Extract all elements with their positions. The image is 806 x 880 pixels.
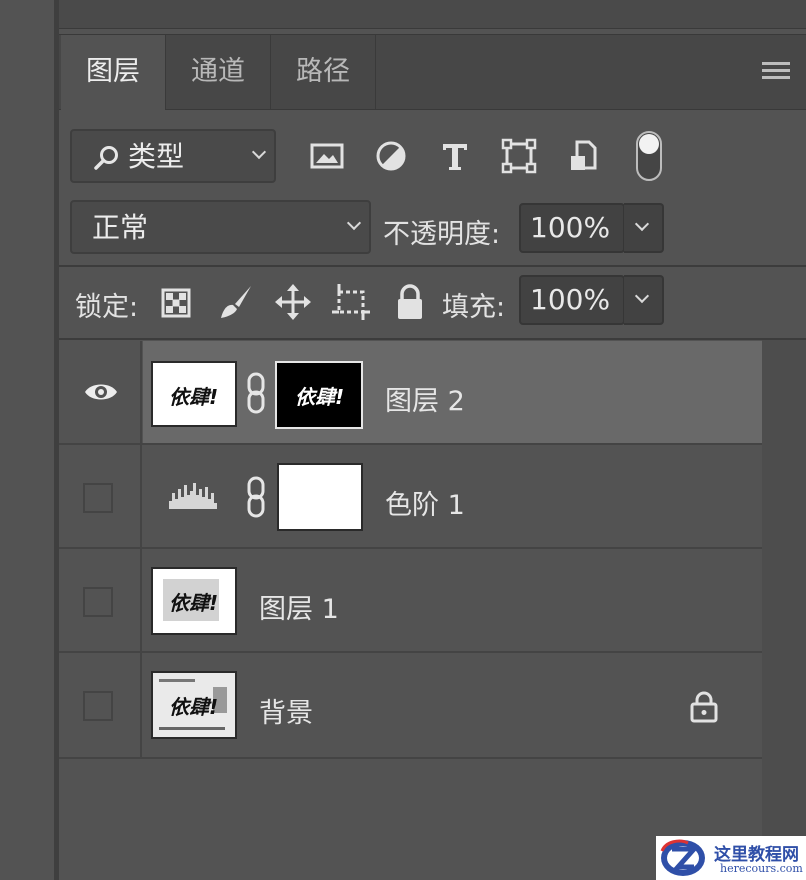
tab-paths[interactable]: 路径 (271, 35, 375, 109)
thumbnail-text: 依肆! (169, 591, 219, 615)
upper-panel-area (59, 0, 806, 29)
smart-object-filter-icon[interactable] (563, 136, 603, 176)
layer-row-levels1[interactable]: 色阶 1 (59, 445, 762, 549)
opacity-dropdown-button[interactable] (624, 203, 664, 253)
blend-mode-value: 正常 (92, 211, 149, 244)
layer-name[interactable]: 图层 2 (385, 379, 465, 418)
blend-mode-select[interactable]: 正常 (70, 200, 371, 254)
image-filter-icon[interactable] (307, 136, 347, 176)
tab-layers[interactable]: 图层 (61, 35, 165, 110)
filter-kind-label: 类型 (128, 140, 185, 173)
layer-mask-thumbnail[interactable]: 依肆! (275, 361, 363, 429)
link-chain-icon[interactable] (245, 475, 267, 519)
layers-panel: 图层 通道 路径 类型 正常 不透明度: 100% 锁定: 填充: 100% 依… (59, 0, 806, 880)
chevron-down-icon (347, 216, 361, 230)
adjustment-filter-icon[interactable] (371, 136, 411, 176)
fill-input[interactable]: 100% (519, 275, 625, 325)
visibility-column (59, 341, 142, 443)
layer-thumbnail: 依肆! (151, 361, 237, 427)
thumbnail-detail (159, 679, 195, 682)
link-chain-icon[interactable] (245, 371, 267, 415)
eye-icon[interactable] (83, 379, 119, 405)
visibility-column (59, 653, 142, 757)
type-filter-icon[interactable] (435, 136, 475, 176)
layer-lock-icon (690, 691, 718, 723)
layer-thumbnail: 依肆! (151, 671, 237, 739)
shape-filter-icon[interactable] (499, 136, 539, 176)
thumbnail-detail (159, 727, 225, 730)
lock-artboard-icon[interactable] (330, 282, 372, 322)
layer-row-layer2[interactable]: 依肆! 依肆! 图层 2 (59, 341, 762, 445)
tab-channels[interactable]: 通道 (166, 35, 270, 109)
left-dock-strip (0, 0, 54, 880)
fill-dropdown-button[interactable] (624, 275, 664, 325)
chevron-down-icon (635, 289, 649, 303)
visibility-column (59, 445, 142, 547)
layer-thumbnail: 依肆! (151, 567, 237, 635)
thumbnail-text: 依肆! (169, 695, 219, 719)
lock-position-icon[interactable] (273, 282, 313, 322)
watermark-url: herecours.com (720, 862, 803, 875)
lock-all-icon[interactable] (393, 283, 427, 321)
lock-image-pixels-icon[interactable] (215, 282, 255, 322)
visibility-toggle[interactable] (83, 483, 113, 513)
lock-transparent-pixels-icon[interactable] (160, 287, 192, 319)
watermark-z-icon (660, 839, 705, 876)
layer-name[interactable]: 背景 (259, 691, 313, 730)
filter-kind-select[interactable]: 类型 (70, 129, 276, 183)
divider (59, 338, 806, 340)
layer-name[interactable]: 色阶 1 (385, 483, 465, 522)
visibility-column (59, 549, 142, 651)
thumbnail-text: 依肆! (169, 385, 219, 409)
watermark-logo: 这里教程网 herecours.com (656, 836, 806, 880)
lock-label: 锁定: (75, 292, 139, 323)
layer-row-background[interactable]: 依肆! 背景 (59, 653, 762, 759)
layer-row-layer1[interactable]: 依肆! 图层 1 (59, 549, 762, 653)
filter-toggle-switch[interactable] (635, 130, 663, 182)
chevron-down-icon (252, 145, 266, 159)
chevron-down-icon (635, 217, 649, 231)
panel-menu-icon[interactable] (762, 62, 790, 82)
layer-name[interactable]: 图层 1 (259, 587, 339, 626)
panel-tab-bar: 图层 通道 路径 (59, 34, 806, 110)
mask-thumbnail-text: 依肆! (295, 385, 345, 409)
adjustment-mask-thumbnail[interactable] (277, 463, 363, 531)
fill-label: 填充: (442, 292, 506, 323)
visibility-toggle[interactable] (83, 691, 113, 721)
layers-scrollbar[interactable] (762, 340, 806, 880)
divider (59, 265, 806, 267)
opacity-input[interactable]: 100% (519, 203, 625, 253)
opacity-label: 不透明度: (383, 219, 501, 250)
levels-adjustment-icon (169, 483, 217, 509)
search-icon (94, 146, 118, 170)
visibility-toggle[interactable] (83, 587, 113, 617)
tab-separator (375, 35, 376, 109)
